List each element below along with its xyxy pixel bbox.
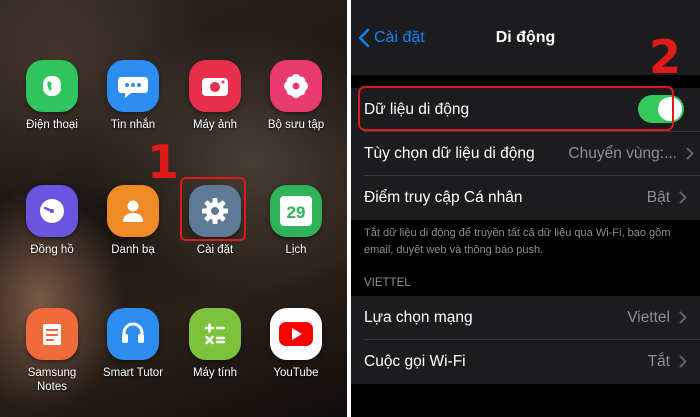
page-title: Di động: [495, 29, 556, 46]
row-value: Tắt: [647, 353, 670, 370]
app-contacts[interactable]: Danh bạ: [93, 185, 173, 257]
android-home-screen: Điện thoại Tin nhắn Máy ảnh Bộ sưu tập Đ…: [0, 0, 347, 417]
row-network-selection[interactable]: Lựa chọn mạng Viettel: [351, 296, 700, 340]
chevron-right-icon: [686, 147, 694, 160]
calendar-date: 29: [280, 196, 312, 226]
app-label: Lịch: [285, 244, 307, 256]
carrier-section-header: VIETTEL: [364, 277, 411, 289]
app-label: Máy ảnh: [192, 119, 238, 131]
row-title: Cuộc gọi Wi-Fi: [364, 353, 466, 370]
step-number-2: 2: [649, 30, 682, 84]
row-value: Viettel: [627, 309, 670, 326]
row-value: Chuyển vùng:...: [568, 145, 677, 162]
app-smart-tutor[interactable]: Smart Tutor: [93, 308, 173, 380]
app-camera[interactable]: Máy ảnh: [175, 60, 255, 132]
app-label: Máy tính: [192, 367, 238, 379]
app-label: Đồng hồ: [30, 244, 74, 256]
app-label: Danh bạ: [111, 244, 155, 256]
app-clock[interactable]: Đồng hồ: [12, 185, 92, 257]
chevron-right-icon: [679, 191, 687, 204]
settings-highlight-box: [180, 177, 246, 241]
row-value: Bật: [646, 189, 670, 206]
row-wifi-calling[interactable]: Cuộc gọi Wi-Fi Tắt: [351, 340, 700, 384]
app-calculator[interactable]: Máy tính: [175, 308, 255, 380]
chevron-right-icon: [679, 311, 687, 324]
app-label: Tin nhắn: [110, 119, 156, 131]
phone-icon: [26, 60, 78, 112]
app-label: YouTube: [273, 367, 319, 379]
carrier-group: Lựa chọn mạng Viettel Cuộc gọi Wi-Fi Tắt: [351, 296, 700, 384]
app-messages[interactable]: Tin nhắn: [93, 60, 173, 132]
row-title: Điểm truy cập Cá nhân: [364, 189, 523, 206]
app-calendar[interactable]: 29 Lịch: [256, 185, 336, 257]
youtube-icon: [270, 308, 322, 360]
app-label: Smart Tutor: [102, 367, 164, 379]
app-label: Samsung Notes: [27, 367, 77, 393]
calendar-icon: 29: [270, 185, 322, 237]
row-title: Tùy chọn dữ liệu di động: [364, 145, 535, 162]
row-title: Lựa chọn mạng: [364, 309, 473, 326]
clock-icon: [26, 185, 78, 237]
app-samsung-notes[interactable]: Samsung Notes: [12, 308, 92, 394]
app-label: Bộ sưu tập: [267, 119, 325, 131]
app-label: Cài đặt: [196, 244, 234, 256]
person-icon: [107, 185, 159, 237]
row-personal-hotspot[interactable]: Điểm truy cập Cá nhân Bật: [351, 176, 700, 220]
ios-cellular-settings: Cài đặt Di động 2 Dữ liệu di động Tùy ch…: [351, 0, 700, 417]
flower-icon: [270, 60, 322, 112]
message-icon: [107, 60, 159, 112]
step-number-1: 1: [147, 135, 180, 189]
app-label: Điện thoại: [26, 119, 78, 131]
mobile-data-footnote: Tắt dữ liệu di động để truyền tất cả dữ …: [364, 227, 671, 256]
chevron-right-icon: [679, 355, 687, 368]
headset-icon: [107, 308, 159, 360]
navigation-bar: Cài đặt Di động: [351, 0, 700, 75]
app-phone[interactable]: Điện thoại: [12, 60, 92, 132]
camera-icon: [189, 60, 241, 112]
mobile-data-highlight-box: [358, 86, 674, 131]
app-youtube[interactable]: YouTube: [256, 308, 336, 380]
notes-icon: [26, 308, 78, 360]
calculator-icon: [189, 308, 241, 360]
row-data-options[interactable]: Tùy chọn dữ liệu di động Chuyển vùng:...: [351, 132, 700, 176]
app-gallery[interactable]: Bộ sưu tập: [256, 60, 336, 132]
